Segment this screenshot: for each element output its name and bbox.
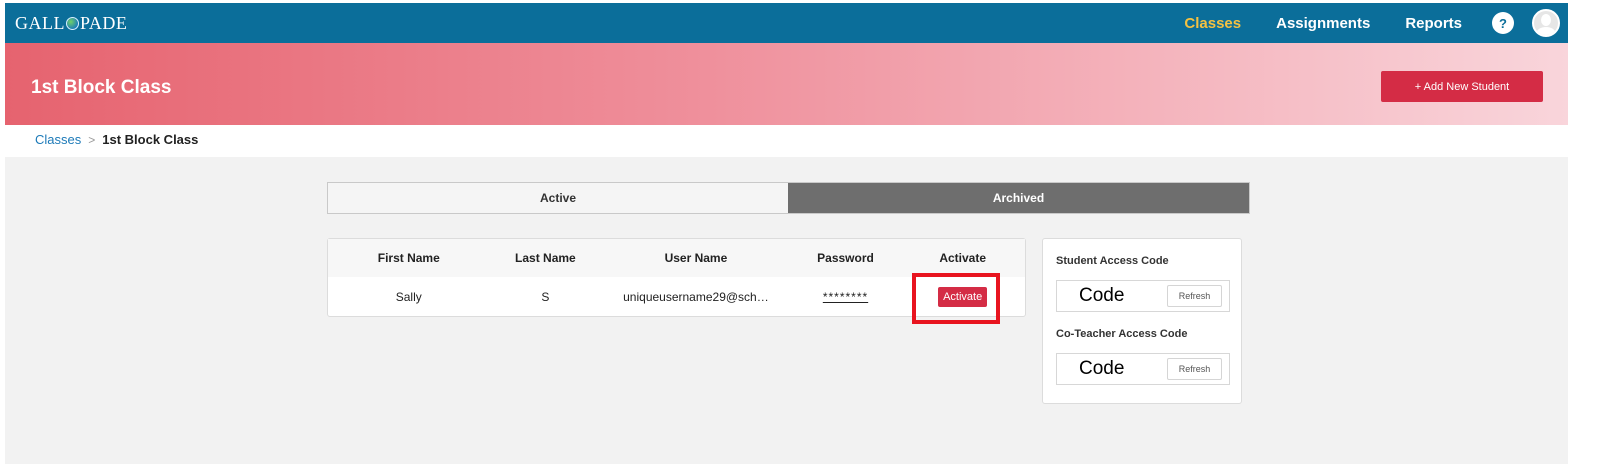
column-header-user-name: User Name: [664, 251, 728, 265]
cell-last-name: S: [541, 290, 550, 304]
help-icon[interactable]: ?: [1492, 12, 1514, 34]
cell-password: ********: [791, 290, 901, 304]
logo-text-left: GALL: [15, 12, 65, 33]
students-table: First Name Last Name User Name Password …: [327, 238, 1026, 317]
breadcrumb-current: 1st Block Class: [102, 132, 199, 147]
access-codes-panel: Student Access Code Code Refresh Co-Teac…: [1042, 238, 1242, 404]
coteacher-access-code-value: Code: [1079, 358, 1125, 379]
column-header-activate: Activate: [939, 251, 986, 265]
top-navigation-bar: GALL PADE Classes Assignments Reports ?: [5, 3, 1568, 43]
main-content: Active Archived First Name Last Name Use…: [5, 157, 1568, 464]
main-nav: Classes Assignments Reports ?: [1149, 3, 1568, 43]
student-code-refresh-button[interactable]: Refresh: [1167, 285, 1222, 307]
breadcrumb-separator-icon: >: [88, 132, 96, 147]
column-header-last-name: Last Name: [515, 251, 576, 265]
column-header-first-name: First Name: [377, 251, 440, 265]
student-access-code-value: Code: [1079, 285, 1125, 306]
student-access-code-label: Student Access Code: [1056, 255, 1169, 267]
cell-user-name: uniqueusername29@sch…: [623, 290, 769, 304]
student-status-tabs: Active Archived: [327, 182, 1250, 214]
user-avatar-icon[interactable]: [1532, 9, 1560, 37]
tab-active[interactable]: Active: [328, 183, 788, 213]
coteacher-code-refresh-button[interactable]: Refresh: [1167, 358, 1222, 380]
page-title: 1st Block Class: [31, 77, 172, 98]
nav-classes[interactable]: Classes: [1184, 15, 1241, 32]
class-header-banner: 1st Block Class + Add New Student: [5, 43, 1568, 125]
cell-activate: Activate: [900, 287, 1025, 307]
add-new-student-button[interactable]: + Add New Student: [1381, 71, 1543, 102]
breadcrumb: Classes > 1st Block Class: [35, 132, 198, 147]
activate-button[interactable]: Activate: [938, 287, 988, 307]
coteacher-access-code-label: Co-Teacher Access Code: [1056, 328, 1188, 340]
coteacher-access-code-field: Code Refresh: [1056, 353, 1230, 385]
table-header-row: First Name Last Name User Name Password …: [328, 239, 1025, 277]
table-row: Sally S uniqueusername29@sch… ******** A…: [328, 277, 1025, 317]
nav-reports[interactable]: Reports: [1405, 15, 1462, 32]
tab-archived[interactable]: Archived: [788, 183, 1249, 213]
globe-icon: [66, 16, 79, 30]
column-header-password: Password: [817, 251, 874, 265]
cell-first-name: Sally: [395, 290, 422, 304]
breadcrumb-classes-link[interactable]: Classes: [35, 132, 81, 147]
password-reveal-link[interactable]: ********: [823, 290, 868, 304]
gallopade-logo[interactable]: GALL PADE: [15, 13, 127, 34]
nav-assignments[interactable]: Assignments: [1276, 15, 1370, 32]
student-access-code-field: Code Refresh: [1056, 280, 1230, 312]
logo-text-right: PADE: [80, 12, 128, 33]
